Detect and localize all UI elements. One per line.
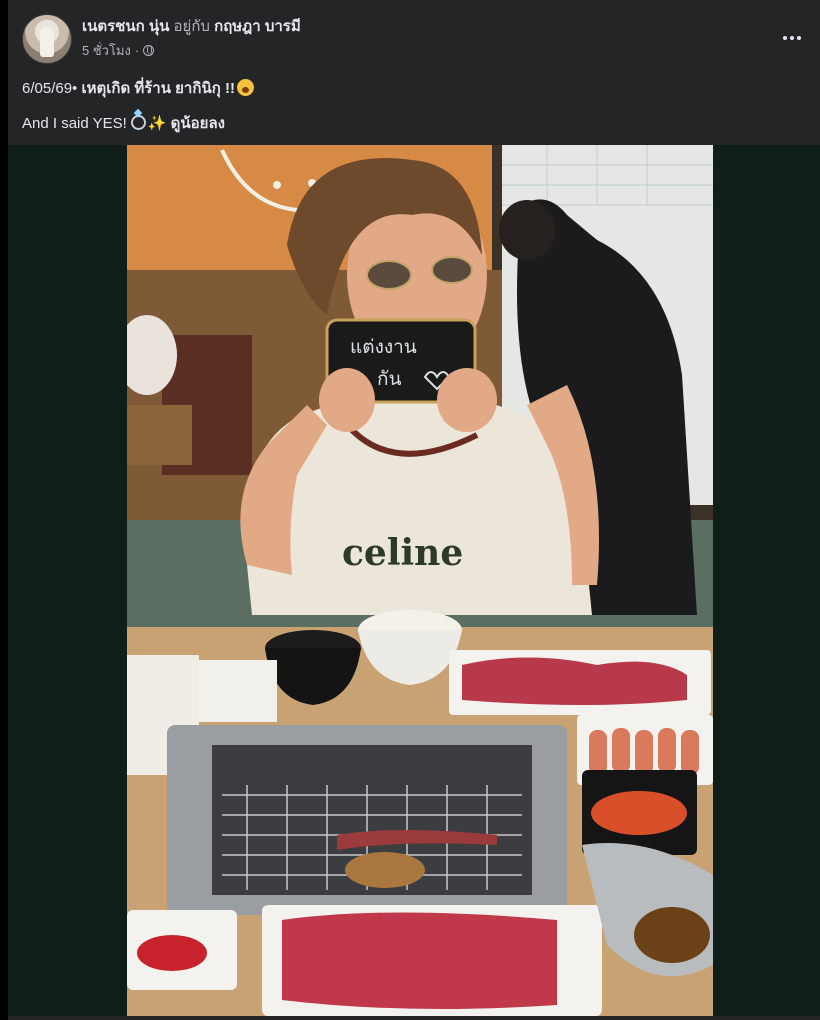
sparkles-emoji-icon: ✨ (147, 115, 167, 132)
left-hand (319, 368, 375, 432)
author-name-link[interactable]: เนตรชนก นุ่น (82, 18, 169, 35)
phone-note-line1: แต่งงาน (350, 336, 417, 358)
author-line: เนตรชนก นุ่น อยู่กับ กฤษฎา บารมี (82, 14, 301, 38)
tagged-person-link[interactable]: กฤษฎา บารมี (214, 18, 301, 35)
more-dot-icon (797, 36, 801, 40)
sunglasses-left (366, 260, 412, 290)
globe-icon (143, 45, 155, 56)
more-dot-icon (783, 36, 787, 40)
caption-line-1: 6/05/69• เหตุเกิด ที่ร้าน ยากินิกุ !! (22, 76, 254, 100)
avatar-figure (40, 27, 54, 57)
dipping-sauce (634, 907, 710, 963)
see-less-link[interactable]: ดูน้อยลง (171, 115, 225, 132)
post-photo[interactable]: celine แต่งงาน กัน (127, 145, 713, 1016)
sunglasses-right (431, 256, 473, 284)
caption-line-2: And I said YES! ✨ ดูน้อยลง (22, 111, 225, 135)
with-text: อยู่กับ (173, 18, 210, 35)
neon-eye (273, 181, 281, 189)
raw-beef-front (282, 912, 557, 1009)
raw-beef-top (462, 657, 687, 705)
phone-note-line2: กัน (377, 368, 402, 390)
sauce-dish (199, 660, 277, 722)
sausages (589, 728, 699, 775)
meta-separator: · (134, 43, 140, 58)
photo-illustration: celine แต่งงาน กัน (127, 145, 713, 1016)
author-avatar[interactable] (22, 14, 72, 64)
right-hand (437, 368, 497, 432)
face-with-open-mouth-emoji-icon (236, 79, 254, 96)
post-meta: 5 ชั่วโมง · (82, 40, 155, 61)
caption-text: เหตุเกิด ที่ร้าน ยากินิกุ !! (81, 80, 235, 97)
caption-yes-text: And I said YES! (22, 115, 127, 132)
side-table (127, 405, 192, 465)
staff-head (499, 200, 555, 260)
kimchi (591, 791, 687, 835)
post-header: เนตรชนก นุ่น อยู่กับ กฤษฎา บารมี 5 ชั่วโ… (8, 0, 820, 70)
post-card: เนตรชนก นุ่น อยู่กับ กฤษฎา บารมี 5 ชั่วโ… (8, 0, 820, 1020)
shirt-print-text: celine (342, 532, 463, 574)
post-timestamp[interactable]: 5 ชั่วโมง (82, 40, 131, 61)
more-dot-icon (790, 36, 794, 40)
post-media[interactable]: celine แต่งงาน กัน (8, 145, 820, 1016)
ring-emoji-icon (130, 115, 146, 130)
grilled-meat (345, 852, 425, 888)
more-options-button[interactable] (774, 20, 810, 56)
caption-date: 6/05/69• (22, 80, 78, 97)
chili (137, 935, 207, 971)
